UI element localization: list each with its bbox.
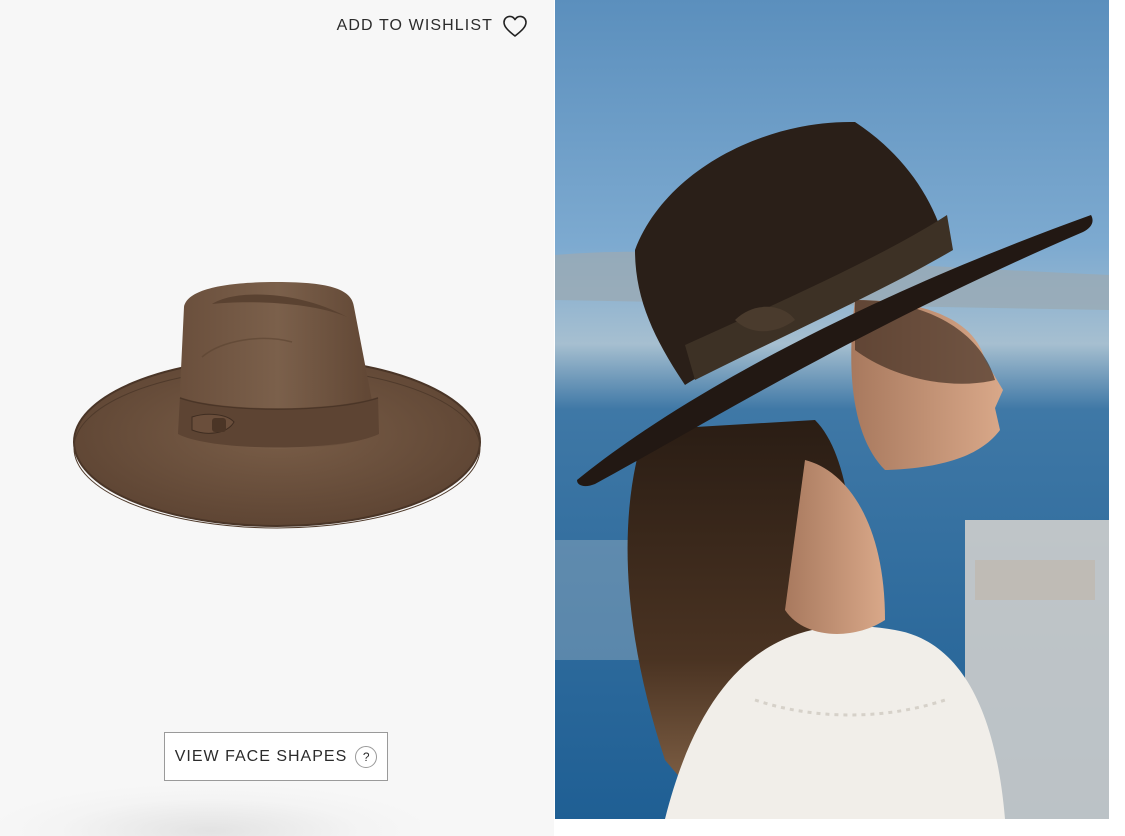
- page-right-margin: [1109, 0, 1125, 836]
- bottom-shadow: [0, 786, 420, 836]
- help-question-icon: ?: [355, 745, 378, 768]
- add-to-wishlist-button[interactable]: ADD TO WISHLIST: [337, 13, 528, 39]
- wishlist-label: ADD TO WISHLIST: [336, 17, 493, 34]
- heart-outline-icon: [503, 15, 527, 37]
- product-image-panel: ADD TO WISHLIST VIEW FACE SHAPES ?: [0, 0, 554, 836]
- view-face-shapes-button[interactable]: VIEW FACE SHAPES ?: [164, 732, 388, 781]
- product-hat-image[interactable]: [62, 262, 492, 542]
- face-shapes-label: VIEW FACE SHAPES: [174, 747, 348, 765]
- lifestyle-photo[interactable]: [555, 0, 1109, 819]
